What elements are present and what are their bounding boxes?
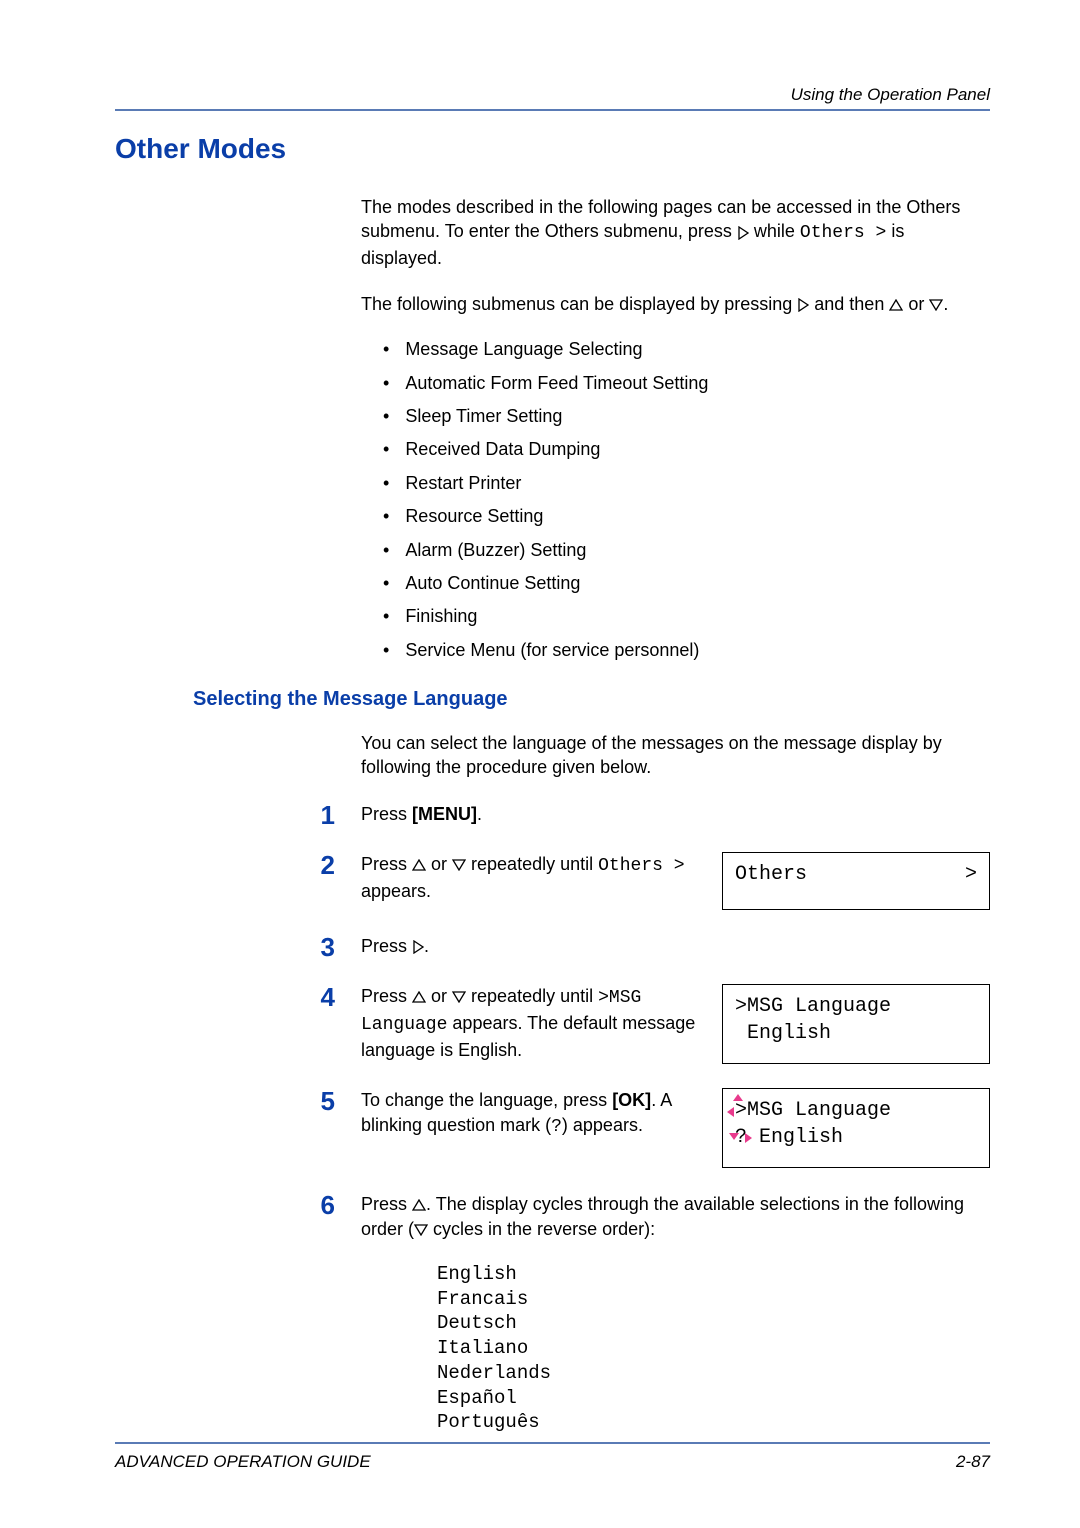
blink-indicator-icon [745,1133,752,1143]
list-item: Restart Printer [383,472,990,495]
intro-paragraph-2: The following submenus can be displayed … [361,292,990,316]
blink-indicator-icon [727,1107,734,1117]
triangle-down-icon [929,299,943,311]
list-item: Automatic Form Feed Timeout Setting [383,372,990,395]
step-5: 5 To change the language, press [OK]. A … [115,1088,990,1168]
triangle-up-icon [412,859,426,871]
step-number: 6 [115,1192,361,1218]
footer-left: ADVANCED OPERATION GUIDE [115,1452,371,1472]
footer-rule [115,1442,990,1444]
header-rule [115,109,990,111]
intro-paragraph-1: The modes described in the following pag… [361,195,990,270]
step-number: 3 [115,934,361,960]
language-option: English [437,1262,990,1287]
language-option: Português [437,1410,990,1435]
list-item: Message Language Selecting [383,338,990,361]
triangle-up-icon [889,299,903,311]
page-title: Other Modes [115,133,990,165]
step-number: 5 [115,1088,361,1114]
step-number: 2 [115,852,361,878]
triangle-down-icon [452,859,466,871]
triangle-down-icon [452,991,466,1003]
submenu-list: Message Language Selecting Automatic For… [383,338,990,662]
lcd-display: Others > [722,852,990,910]
triangle-right-icon [737,226,749,240]
display-line: English [735,1020,977,1047]
language-options: English Francais Deutsch Italiano Nederl… [437,1262,990,1435]
triangle-down-icon [414,1224,428,1236]
list-item: Resource Setting [383,505,990,528]
blink-indicator-icon [733,1094,743,1101]
triangle-up-icon [412,991,426,1003]
list-item: Alarm (Buzzer) Setting [383,539,990,562]
list-item: Sleep Timer Setting [383,405,990,428]
lcd-display-blinking: >MSG Language ? English [722,1088,990,1168]
page-footer: ADVANCED OPERATION GUIDE 2-87 [115,1442,990,1472]
triangle-right-icon [412,940,424,954]
step-2: 2 Press or repeatedly until Others > app… [115,852,990,910]
step-6: 6 Press . The display cycles through the… [115,1192,990,1242]
language-option: Deutsch [437,1311,990,1336]
triangle-up-icon [412,1199,426,1211]
display-line: > [965,861,977,888]
language-option: Italiano [437,1336,990,1361]
list-item: Auto Continue Setting [383,572,990,595]
display-line: >MSG Language [735,1097,977,1124]
language-option: Español [437,1386,990,1411]
step-1: 1 Press [MENU]. [115,802,990,828]
lcd-display: >MSG Language English [722,984,990,1064]
triangle-right-icon [797,298,809,312]
subsection-title: Selecting the Message Language [193,688,990,711]
footer-right: 2-87 [956,1452,990,1472]
subsection-intro: You can select the language of the messa… [361,731,990,780]
list-item: Service Menu (for service personnel) [383,639,990,662]
step-number: 4 [115,984,361,1010]
language-option: Francais [437,1287,990,1312]
step-number: 1 [115,802,361,828]
running-header: Using the Operation Panel [115,85,990,105]
step-4: 4 Press or repeatedly until >MSG Languag… [115,984,990,1064]
display-line: Others [735,861,807,888]
display-line: >MSG Language [735,993,977,1020]
step-3: 3 Press . [115,934,990,960]
display-line: ? English [735,1124,977,1151]
list-item: Finishing [383,605,990,628]
list-item: Received Data Dumping [383,438,990,461]
language-option: Nederlands [437,1361,990,1386]
blink-indicator-icon [729,1133,739,1140]
